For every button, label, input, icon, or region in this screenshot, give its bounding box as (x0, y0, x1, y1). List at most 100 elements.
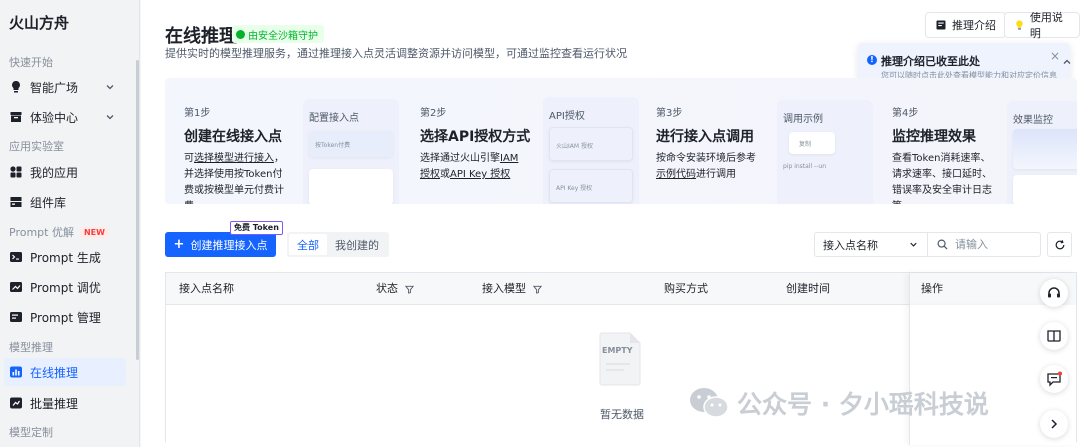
section-app-lab: 应用实验室 (9, 140, 64, 153)
tooltip-title: 推理介绍已收至此处 (881, 55, 980, 68)
sidebar-item-label: 在线推理 (30, 365, 79, 380)
step-preview: 配置接入点 按Token付费 (303, 99, 399, 204)
step-title: 监控推理效果 (892, 129, 976, 145)
support-button[interactable] (1040, 279, 1068, 307)
sidebar-item-my-apps[interactable]: 我的应用 (4, 158, 126, 186)
sidebar-item-model-square[interactable]: 智能广场 (4, 73, 126, 101)
intro-button[interactable]: 推理介绍 (925, 12, 1006, 38)
refresh-button[interactable] (1047, 232, 1072, 257)
new-badge: NEW (79, 226, 109, 238)
preview-card-text: 火山IAM 授权 (556, 143, 593, 150)
message-icon (1047, 371, 1062, 387)
next-button[interactable] (1040, 410, 1068, 438)
preview-title: 效果监控 (1013, 115, 1053, 126)
brand-title: 火山方舟 (9, 14, 70, 32)
sidebar-item-label: 我的应用 (30, 165, 79, 180)
search-icon (937, 239, 948, 250)
step-description: 可选择模型进行接入，并选择使用按Token付费或按模型单元付费计费 (184, 153, 284, 204)
bulb-icon (9, 80, 23, 94)
filter-icon[interactable] (533, 285, 542, 294)
preview-title: API授权 (549, 111, 585, 122)
sidebar-item-online-inference[interactable]: 在线推理 (4, 358, 126, 386)
sidebar: 火山方舟 快速开始 智能广场 体验中心 应用实验室 我的应用 组件库 Promp… (0, 0, 140, 447)
headset-icon (1048, 287, 1060, 298)
chart-icon (9, 365, 23, 379)
empty-document-icon: EMPTY (599, 332, 641, 386)
sample-code-link[interactable]: 示例代码 (656, 169, 696, 180)
step-preview: API授权 火山IAM 授权 API Key 授权 (543, 97, 639, 204)
scope-segmented-control: 全部 我创建的 (287, 232, 389, 257)
main-content: 在线推理 由安全沙箱守护 提供实时的模型推理服务，通过推理接入点灵活调整资源并访… (141, 0, 1080, 447)
section-quick-start: 快速开始 (9, 56, 53, 69)
preview-title: 配置接入点 (309, 113, 359, 124)
apps-icon (9, 165, 23, 179)
free-token-tag: 免费 Token (230, 221, 283, 235)
sidebar-item-prompt-manage[interactable]: Prompt 管理 (4, 303, 126, 331)
chevron-up-icon[interactable] (1061, 56, 1073, 68)
col-header-status[interactable]: 状态 (376, 273, 414, 305)
box-icon (9, 110, 23, 124)
plus-icon: + (173, 237, 185, 252)
endpoints-table: 接入点名称 状态 接入模型 购买方式 创建时间 操作 EMPTY 暂无数据 (165, 272, 1077, 445)
step-3: 第3步 进行接入点调用 按命令安装环境后参考示例代码进行调用 调用示例 复制 p… (637, 78, 873, 204)
create-endpoint-label: 创建推理接入点 (190, 238, 268, 252)
sidebar-item-label: Prompt 调优 (30, 280, 101, 295)
svg-text:EMPTY: EMPTY (602, 346, 633, 355)
seg-all[interactable]: 全部 (289, 234, 327, 255)
step-title: 创建在线接入点 (184, 129, 282, 145)
sidebar-item-experience[interactable]: 体验中心 (4, 103, 126, 131)
component-icon (9, 195, 23, 209)
secure-badge: 由安全沙箱守护 (232, 25, 324, 43)
chevron-right-icon (1051, 419, 1058, 429)
empty-state-text: 暂无数据 (600, 408, 644, 421)
col-header-model[interactable]: 接入模型 (482, 273, 542, 305)
chevron-down-icon (106, 85, 114, 90)
sidebar-item-label: 批量推理 (30, 396, 79, 411)
secure-badge-label: 由安全沙箱守护 (248, 30, 318, 42)
refresh-icon (1055, 239, 1064, 249)
preview-chart-card (1013, 129, 1077, 169)
seg-mine[interactable]: 我创建的 (327, 234, 387, 255)
preview-code-text: pip install --un (783, 163, 826, 170)
section-prompt-opt: Prompt 优解 NEW (9, 224, 109, 240)
sidebar-item-label: 组件库 (30, 195, 67, 210)
col-header-created: 创建时间 (786, 282, 830, 295)
api-key-auth-link[interactable]: API Key 授权 (450, 169, 510, 180)
sidebar-item-batch-inference[interactable]: 批量推理 (4, 389, 126, 417)
filter-field-select[interactable]: 接入点名称 (814, 232, 928, 257)
create-endpoint-button[interactable]: + 创建推理接入点 (165, 232, 276, 257)
preview-card: API Key 授权 (549, 169, 633, 203)
preview-card: 按Token付费 (309, 131, 393, 157)
preview-title: 调用示例 (783, 114, 823, 125)
preview-card-blank (1013, 175, 1077, 204)
select-model-link[interactable]: 选择模型进行接入 (194, 153, 274, 164)
filter-icon[interactable] (405, 285, 414, 294)
step-1: 第1步 创建在线接入点 可选择模型进行接入，并选择使用按Token付费或按模型单… (165, 78, 401, 204)
page-description: 提供实时的模型推理服务，通过推理接入点灵活调整资源并访问模型，可通过监控查看运行… (165, 47, 627, 60)
sidebar-item-components[interactable]: 组件库 (4, 188, 126, 216)
step-description: 选择通过火山引擎IAM 授权或API Key 授权 (420, 153, 519, 180)
intro-button-label: 推理介绍 (952, 19, 996, 32)
docs-button[interactable] (1040, 322, 1068, 350)
section-label: Prompt 优解 (9, 226, 74, 239)
help-button[interactable]: 使用说明 (1004, 11, 1080, 40)
sidebar-item-prompt-tune[interactable]: Prompt 调优 (4, 273, 126, 301)
preview-card: 火山IAM 授权 (549, 127, 633, 161)
col-header-purchase: 购买方式 (664, 282, 708, 295)
step-2: 第2步 选择API授权方式 选择通过火山引擎IAM 授权或API Key 授权 … (401, 78, 639, 204)
sidebar-item-prompt-gen[interactable]: Prompt 生成 (4, 243, 126, 271)
feedback-button[interactable] (1040, 365, 1068, 393)
sidebar-item-label: Prompt 生成 (30, 250, 101, 265)
book-icon (936, 20, 946, 30)
table-header: 接入点名称 状态 接入模型 购买方式 创建时间 操作 (166, 273, 1076, 305)
manage-icon (9, 310, 23, 324)
close-icon[interactable]: × (1050, 49, 1060, 63)
step-preview: 调用示例 复制 pip install --un (777, 100, 873, 204)
preview-card-text: 按Token付费 (315, 142, 351, 149)
search-input[interactable] (955, 238, 1035, 251)
step-number: 第4步 (892, 108, 919, 119)
book-open-icon (1047, 330, 1061, 342)
step-title: 选择API授权方式 (420, 129, 531, 145)
sidebar-scrollbar[interactable] (136, 60, 139, 360)
chevron-down-icon (106, 115, 114, 120)
